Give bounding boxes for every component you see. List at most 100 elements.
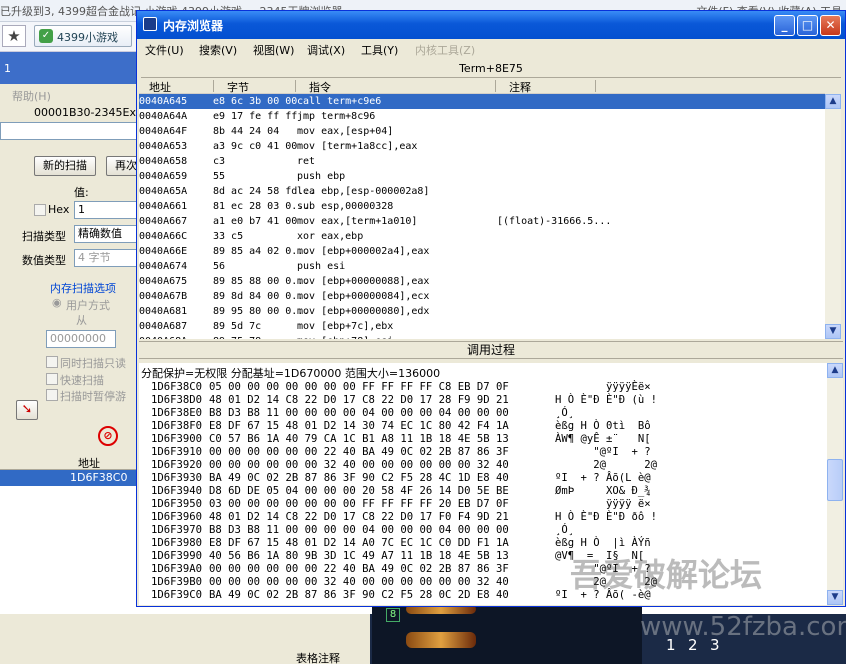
callstack-splitter[interactable]: 调用过程 xyxy=(139,341,843,359)
hex-row[interactable]: 1D6F3930 BA 49 0C 02 2B 87 86 3F 90 C2 F5… xyxy=(139,472,827,484)
hex-row[interactable]: 1D6F38E0 B8 D3 B8 11 00 00 00 00 04 00 00… xyxy=(139,407,827,419)
disasm-row[interactable]: 0040A687 89 5d 7c mov [ebp+7c],ebx xyxy=(139,319,825,334)
dis-address: 0040A661 xyxy=(139,201,188,212)
site-4399-button[interactable]: ✓ 4399小游戏 xyxy=(34,25,132,47)
scroll-up-icon[interactable]: ▲ xyxy=(827,363,843,378)
disasm-row[interactable]: 0040A66E 89 85 a4 02 0... mov [ebp+000002a… xyxy=(139,244,825,259)
hex-checkbox[interactable] xyxy=(34,204,46,216)
address-list-header: 地址 xyxy=(0,454,140,470)
table-footer: 表格注释 xyxy=(0,614,370,664)
hex-address: 1D6F39A0 xyxy=(151,563,203,575)
scroll-up-icon[interactable]: ▲ xyxy=(825,94,841,109)
close-icon[interactable]: ✕ xyxy=(820,15,841,36)
process-field[interactable] xyxy=(0,122,140,140)
hex-row[interactable]: 1D6F3960 48 01 D2 14 C8 22 D0 17 C8 22 D0… xyxy=(139,511,827,523)
disasm-row[interactable]: 0040A64A e9 17 fe ff ff jmp term+8c96 xyxy=(139,109,825,124)
menu-search[interactable]: 搜索(V) xyxy=(199,42,237,58)
window-titlebar[interactable]: 内存浏览器 _ □ ✕ xyxy=(137,11,845,39)
disasm-column-headers: 地址 字节 指令 注释 xyxy=(139,78,825,94)
dis-bytes: 33 c5 xyxy=(213,231,244,242)
disasm-row[interactable]: 0040A667 a1 e0 b7 41 00 mov eax,[term+1a01… xyxy=(139,214,825,229)
hex-address: 1D6F3960 xyxy=(151,511,203,523)
disasm-row[interactable]: 0040A681 89 95 80 00 0... mov [ebp+0000008… xyxy=(139,304,825,319)
hex-address: 1D6F38E0 xyxy=(151,407,203,419)
hex-scrollbar[interactable]: ▲ ▼ xyxy=(827,363,843,605)
radio-icon[interactable]: ◉ xyxy=(52,296,62,309)
dis-bytes: 56 xyxy=(213,261,226,272)
hex-bytes: E8 DF 67 15 48 01 D2 14 30 74 EC 1C 80 4… xyxy=(209,420,509,432)
disasm-row[interactable]: 0040A64F 8b 44 24 04 mov eax,[esp+04] xyxy=(139,124,825,139)
disasm-row[interactable]: 0040A653 a3 9c c0 41 00 mov [term+1a8cc],e… xyxy=(139,139,825,154)
col-instruction[interactable]: 指令 xyxy=(309,79,331,95)
disasm-row[interactable]: 0040A67B 89 8d 84 00 0... mov [ebp+0000008… xyxy=(139,289,825,304)
menu-tools[interactable]: 工具(Y) xyxy=(361,42,398,58)
hex-row[interactable]: 1D6F38F0 E8 DF 67 15 48 01 D2 14 30 74 EC… xyxy=(139,420,827,432)
cheat-engine-panel: 帮助(H) 00001B30-2345Explo 新的扫描 再次 值: Hex … xyxy=(0,84,153,664)
value-input[interactable]: 1 xyxy=(74,201,140,219)
scroll-down-icon[interactable]: ▼ xyxy=(825,324,841,339)
disasm-row[interactable]: 0040A65A 8d ac 24 58 fd... lea ebp,[esp-00… xyxy=(139,184,825,199)
pointer-arrow-icon[interactable]: ➘ xyxy=(16,400,38,420)
value-type-select[interactable]: 4 字节 xyxy=(74,249,140,267)
disasm-row[interactable]: 0040A658 c3 ret xyxy=(139,154,825,169)
hex-ascii: ¸Ó¸ xyxy=(555,407,575,419)
table-comment-label[interactable]: 表格注释 xyxy=(296,650,340,664)
disasm-scrollbar[interactable]: ▲ ▼ xyxy=(825,94,841,339)
dis-address: 0040A64F xyxy=(139,126,188,137)
scan-type-select[interactable]: 精确数值 xyxy=(74,225,140,243)
disasm-row[interactable]: 0040A66C 33 c5 xor eax,ebp xyxy=(139,229,825,244)
col-address[interactable]: 地址 xyxy=(149,79,171,95)
hex-row[interactable]: 1D6F3920 00 00 00 00 00 00 32 40 00 00 00… xyxy=(139,459,827,471)
option-checkbox-1[interactable] xyxy=(46,356,58,368)
stop-icon[interactable]: ⊘ xyxy=(98,426,118,446)
hex-row[interactable]: 1D6F3950 03 00 00 00 00 00 00 00 FF FF FF… xyxy=(139,498,827,510)
col-comment[interactable]: 注释 xyxy=(509,79,531,95)
maximize-icon[interactable]: □ xyxy=(797,15,818,36)
star-icon[interactable]: ★ xyxy=(2,25,26,47)
hex-address: 1D6F3930 xyxy=(151,472,203,484)
menu-debug[interactable]: 调试(X) xyxy=(307,42,345,58)
hex-address: 1D6F3910 xyxy=(151,446,203,458)
disasm-row[interactable]: 0040A659 55 push ebp xyxy=(139,169,825,184)
disasm-row[interactable]: 0040A675 89 85 88 00 0... mov [ebp+0000008… xyxy=(139,274,825,289)
hex-bytes: 00 00 00 00 00 00 32 40 00 00 00 00 00 0… xyxy=(209,576,509,588)
hex-row[interactable]: 1D6F3970 B8 D3 B8 11 00 00 00 00 04 00 00… xyxy=(139,524,827,536)
hex-address: 1D6F39B0 xyxy=(151,576,203,588)
disassembler-view[interactable]: 0040A645 e8 6c 3b 00 00 call term+c9e6 0040… xyxy=(139,94,825,339)
disasm-row[interactable]: 0040A661 81 ec 28 03 0... sub esp,00000328 xyxy=(139,199,825,214)
menu-view[interactable]: 视图(W) xyxy=(253,42,294,58)
hex-bytes: BA 49 0C 02 2B 87 86 3F 90 C2 F5 28 0C 2… xyxy=(209,589,509,601)
scroll-down-icon[interactable]: ▼ xyxy=(827,590,843,605)
dis-bytes: e8 6c 3b 00 00 xyxy=(213,96,298,107)
hex-ascii: èßg H Ò |ì ÀÝñ xyxy=(555,537,651,549)
menu-kernel-tools[interactable]: 内核工具(Z) xyxy=(415,42,475,58)
from-input[interactable]: 00000000 xyxy=(46,330,116,348)
disasm-row[interactable]: 0040A68A 89 75 78 mov [ebp+78],esi xyxy=(139,334,825,339)
hex-row[interactable]: 1D6F3940 D8 6D DE 05 04 00 00 00 20 58 4F… xyxy=(139,485,827,497)
option-checkbox-2[interactable] xyxy=(46,373,58,385)
address-list[interactable] xyxy=(0,486,140,616)
help-menu[interactable]: 帮助(H) xyxy=(12,88,51,104)
address-header: 地址 xyxy=(78,457,100,470)
address-row[interactable]: 1D6F38C0 xyxy=(0,470,140,486)
hex-row[interactable]: 1D6F38D0 48 01 D2 14 C8 22 D0 17 C8 22 D0… xyxy=(139,394,827,406)
hex-row[interactable]: 1D6F3910 00 00 00 00 00 00 22 40 BA 49 0C… xyxy=(139,446,827,458)
disasm-row[interactable]: 0040A674 56 push esi xyxy=(139,259,825,274)
dis-instruction: xor eax,ebp xyxy=(297,231,364,242)
value-label: 值: xyxy=(74,186,89,199)
minimize-icon[interactable]: _ xyxy=(774,15,795,36)
memory-viewer-window: 内存浏览器 _ □ ✕ 文件(U) 搜索(V) 视图(W) 调试(X) 工具(Y… xyxy=(136,10,846,607)
hex-ascii: èßg H Ò 0tì Bô xyxy=(555,420,651,432)
weapon-icon[interactable] xyxy=(406,632,476,648)
hex-row[interactable]: 1D6F3980 E8 DF 67 15 48 01 D2 14 A0 7C EC… xyxy=(139,537,827,549)
hex-address: 1D6F38F0 xyxy=(151,420,203,432)
hex-row[interactable]: 1D6F38C0 05 00 00 00 00 00 00 00 FF FF FF… xyxy=(139,381,827,393)
option-checkbox-3[interactable] xyxy=(46,389,58,401)
menu-file[interactable]: 文件(U) xyxy=(145,42,184,58)
col-bytes[interactable]: 字节 xyxy=(227,79,249,95)
dis-bytes: e9 17 fe ff ff xyxy=(213,111,298,122)
scroll-thumb[interactable] xyxy=(827,459,843,501)
disasm-row[interactable]: 0040A645 e8 6c 3b 00 00 call term+c9e6 xyxy=(139,94,825,109)
hex-row[interactable]: 1D6F3900 C0 57 B6 1A 40 79 CA 1C B1 A8 11… xyxy=(139,433,827,445)
new-scan-button[interactable]: 新的扫描 xyxy=(34,156,96,176)
